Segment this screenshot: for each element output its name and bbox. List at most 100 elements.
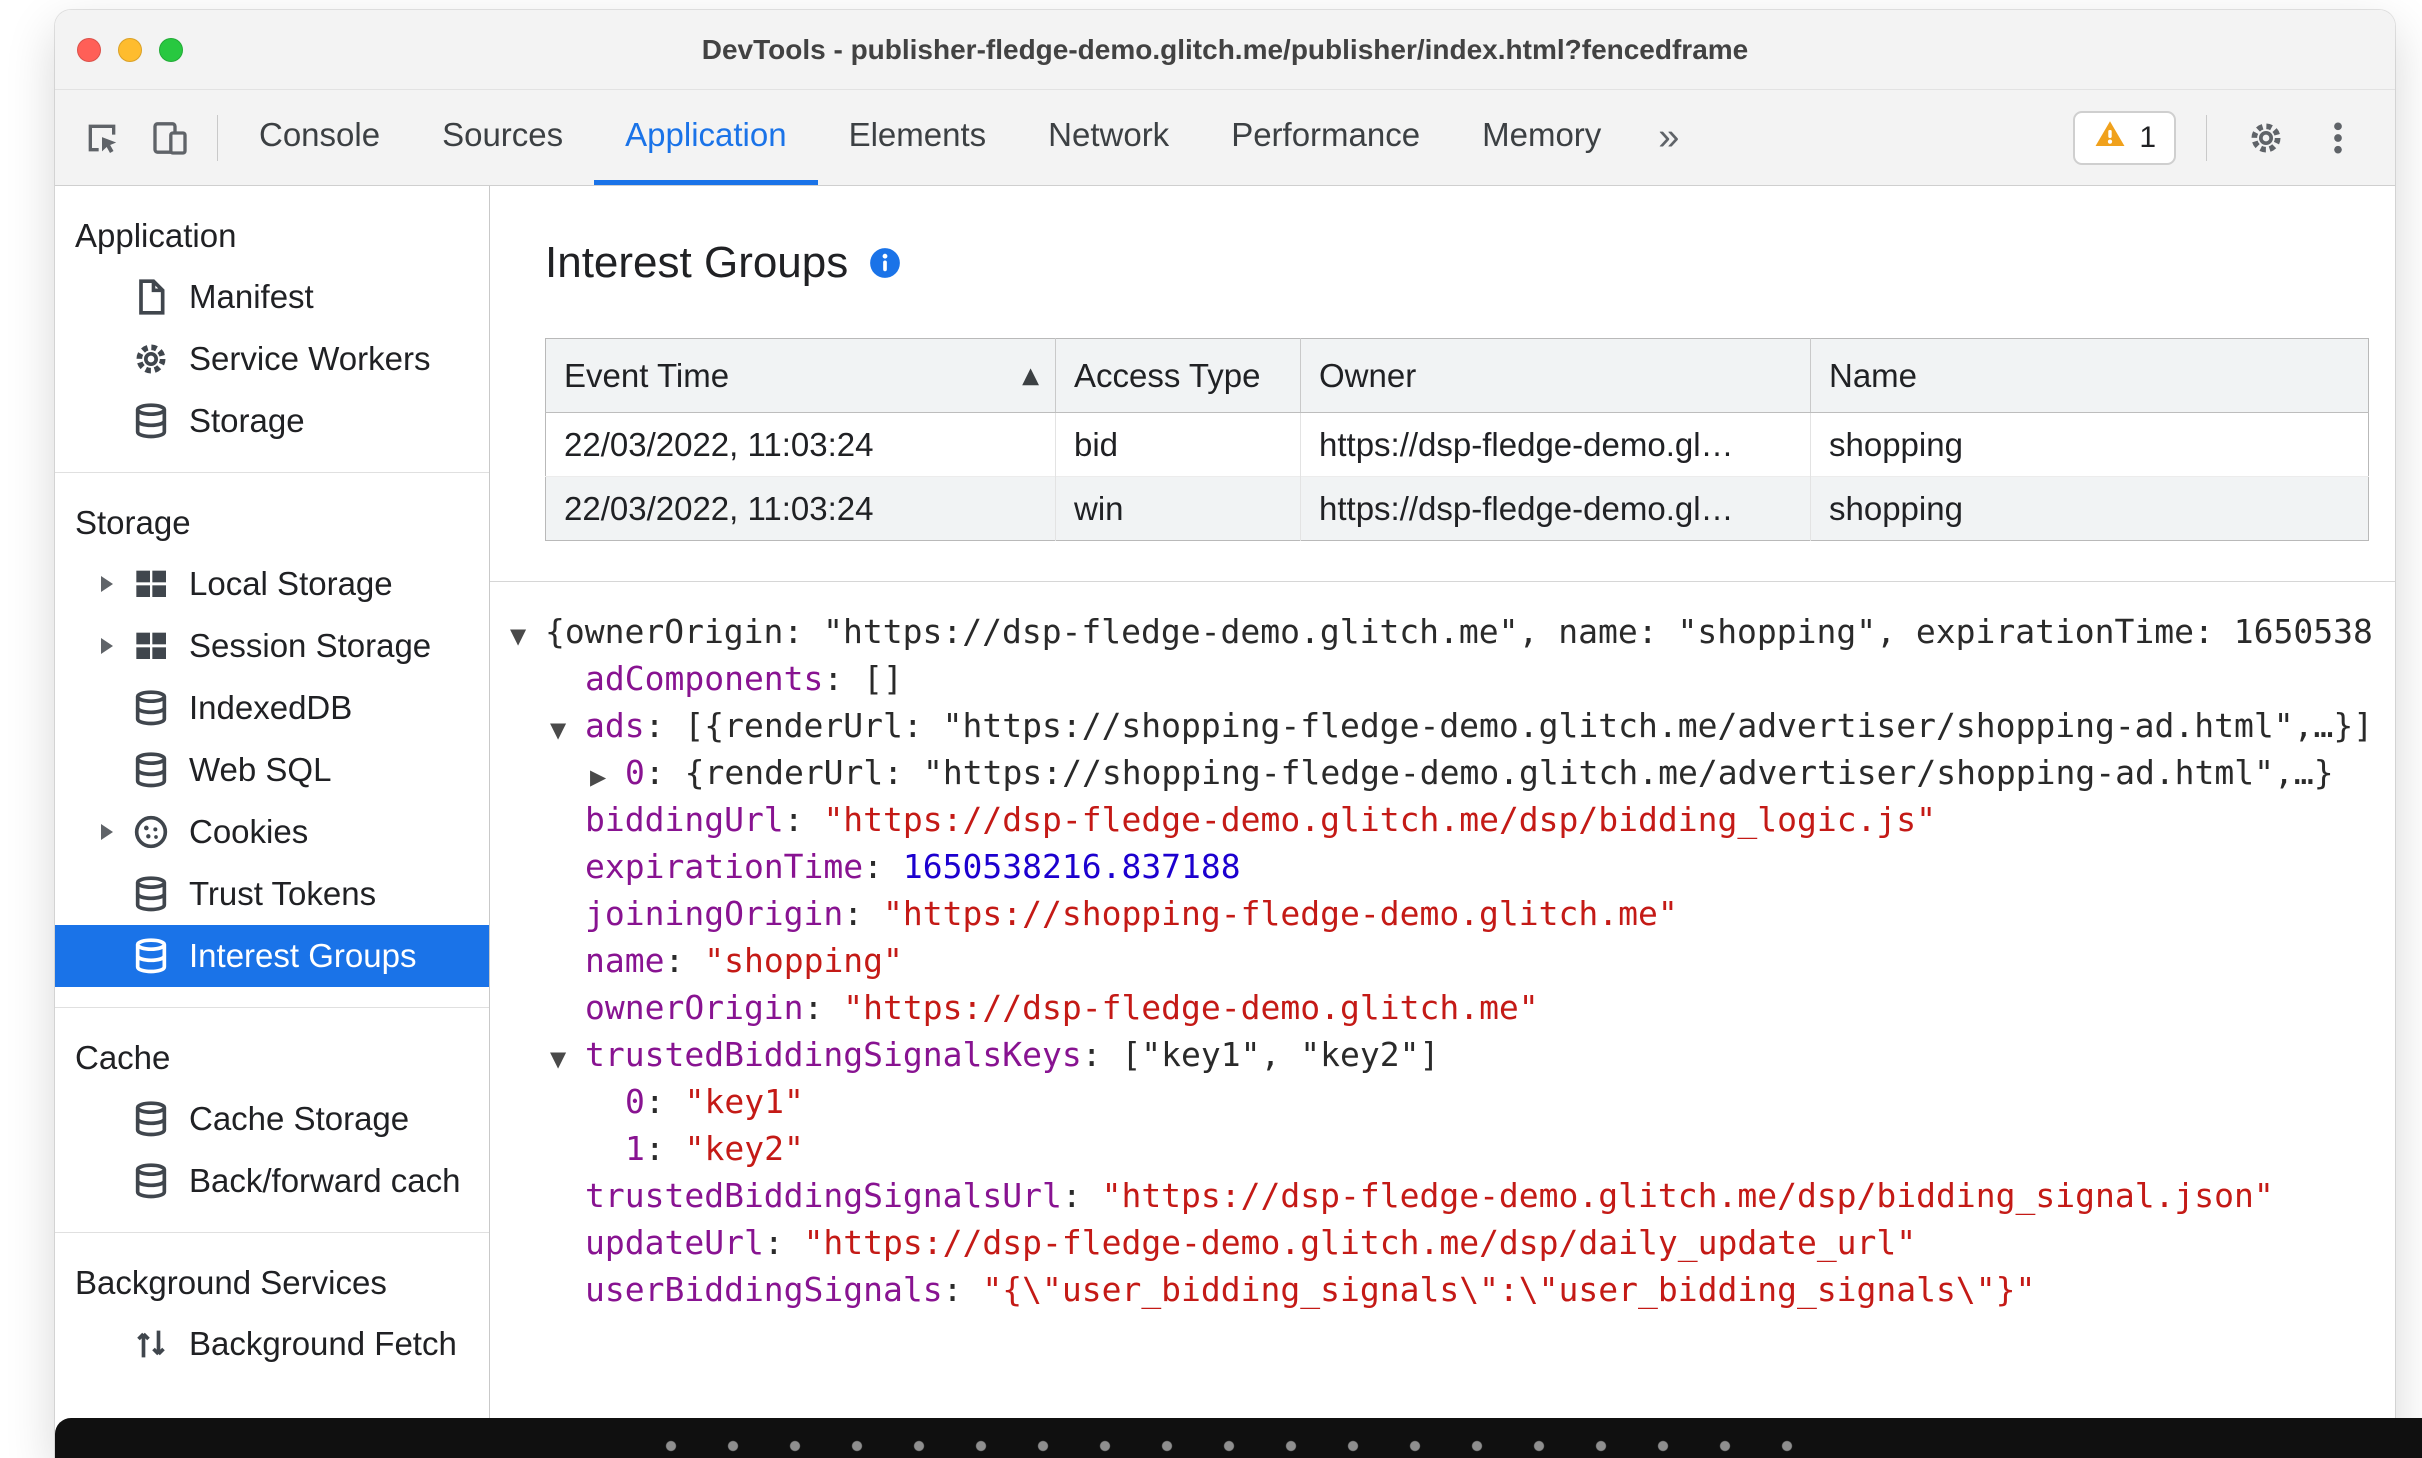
- close-button[interactable]: [77, 37, 101, 62]
- table-cell: https://dsp-fledge-demo.gl…: [1300, 476, 1811, 541]
- tree-seg-string: "https://dsp-fledge-demo.glitch.me/dsp/b…: [823, 800, 1937, 839]
- column-header-event-time[interactable]: Event Time ▲: [545, 338, 1056, 413]
- cookie-icon: [131, 812, 171, 852]
- sort-asc-icon: ▲: [1022, 363, 1039, 388]
- sidebar-section-storage: Storage Local Storage Session Storage Index…: [55, 473, 489, 1008]
- tab-network[interactable]: Network: [1017, 90, 1200, 185]
- tree-line[interactable]: ▼ trustedBiddingSignalsKeys: ["key1", "ke…: [510, 1031, 2395, 1078]
- tree-line[interactable]: expirationTime: 1650538216.837188: [510, 843, 2395, 890]
- expand-arrow-icon[interactable]: [101, 824, 113, 840]
- menu-kebab-icon[interactable]: [2309, 109, 2367, 167]
- tree-line[interactable]: ▶ 0: {renderUrl: "https://shopping-fledge…: [510, 749, 2395, 796]
- sidebar-item-web-sql[interactable]: Web SQL: [55, 739, 489, 801]
- toolbar-right: 1: [2073, 90, 2395, 185]
- table-body: 22/03/2022, 11:03:24 bid https://dsp-fledg…: [545, 412, 2369, 541]
- tree-seg-key: name: [585, 941, 665, 980]
- sidebar-item-trust-tokens[interactable]: Trust Tokens: [55, 863, 489, 925]
- titlebar: DevTools - publisher-fledge-demo.glitch.…: [55, 10, 2395, 90]
- tree-line[interactable]: ownerOrigin: "https://dsp-fledge-demo.gl…: [510, 984, 2395, 1031]
- table-cell: 22/03/2022, 11:03:24: [545, 476, 1056, 541]
- dock-bar: [55, 1418, 2422, 1458]
- tree-seg-key: adComponents: [585, 659, 824, 698]
- sidebar-section-background-services: Background Services Background Fetch: [55, 1233, 489, 1395]
- column-header-access-type[interactable]: Access Type: [1055, 338, 1301, 413]
- tree-seg-key: expirationTime: [585, 847, 864, 886]
- sidebar-item-storage[interactable]: Storage: [55, 390, 489, 452]
- tree-seg-key: 0: [625, 753, 645, 792]
- tab-performance[interactable]: Performance: [1200, 90, 1451, 185]
- tree-line[interactable]: userBiddingSignals: "{\"user_bidding_sig…: [510, 1266, 2395, 1313]
- sidebar-item-service-workers[interactable]: Service Workers: [55, 328, 489, 390]
- tree-seg-plain: :: [803, 988, 844, 1027]
- sidebar-item-indexeddb[interactable]: IndexedDB: [55, 677, 489, 739]
- tree-expander-icon[interactable]: ▶: [590, 754, 625, 801]
- database-icon: [131, 1161, 171, 1201]
- sidebar-item-manifest[interactable]: Manifest: [55, 266, 489, 328]
- more-tabs-button[interactable]: »: [1632, 90, 1705, 185]
- sidebar-item-label: Background Fetch: [189, 1325, 457, 1362]
- sidebar-item-cookies[interactable]: Cookies: [55, 801, 489, 863]
- expand-arrow-icon[interactable]: [101, 576, 113, 592]
- inspect-icon[interactable]: [73, 109, 131, 167]
- column-header-owner[interactable]: Owner: [1300, 338, 1811, 413]
- tab-memory[interactable]: Memory: [1451, 90, 1632, 185]
- sidebar-item-cache-storage[interactable]: Cache Storage: [55, 1088, 489, 1150]
- sidebar-item-background-fetch[interactable]: Background Fetch: [55, 1313, 489, 1375]
- device-toolbar-icon[interactable]: [141, 109, 199, 167]
- tree-line[interactable]: 1: "key2": [510, 1125, 2395, 1172]
- tree-line[interactable]: biddingUrl: "https://dsp-fledge-demo.gli…: [510, 796, 2395, 843]
- sidebar-section-cache: Cache Cache Storage Back/forward cach: [55, 1008, 489, 1233]
- tree-line[interactable]: trustedBiddingSignalsUrl: "https://dsp-f…: [510, 1172, 2395, 1219]
- tree-expander-icon[interactable]: ▼: [510, 613, 545, 660]
- column-label: Event Time: [564, 356, 730, 394]
- main-top: Interest Groups Event Time ▲ Access Type Ow…: [490, 186, 2395, 541]
- tree-seg-plain: {ownerOrigin: "https://dsp-fledge-demo.g…: [545, 612, 2373, 651]
- column-header-name[interactable]: Name: [1810, 338, 2369, 413]
- fetch-icon: [131, 1324, 171, 1364]
- tree-line[interactable]: ▼ {ownerOrigin: "https://dsp-fledge-demo.…: [510, 608, 2395, 655]
- info-icon[interactable]: [868, 246, 902, 280]
- tree-seg-plain: :: [644, 1082, 685, 1121]
- tree-seg-plain: : [{renderUrl: "https://shopping-fledge-…: [644, 706, 2374, 745]
- sidebar-item-session-storage[interactable]: Session Storage: [55, 615, 489, 677]
- tab-console[interactable]: Console: [228, 90, 411, 185]
- table-cell: win: [1055, 476, 1301, 541]
- minimize-button[interactable]: [118, 37, 142, 62]
- tree-seg-plain: :: [863, 847, 903, 886]
- tree-seg-string: "key1": [684, 1082, 804, 1121]
- tree-seg-key: 0: [625, 1082, 645, 1121]
- tree-seg-string: "https://shopping-fledge-demo.glitch.me": [883, 894, 1678, 933]
- tree-line[interactable]: adComponents: []: [510, 655, 2395, 702]
- tree-expander-icon[interactable]: ▼: [550, 707, 585, 754]
- tree-line[interactable]: name: "shopping": [510, 937, 2395, 984]
- sidebar-item-local-storage[interactable]: Local Storage: [55, 553, 489, 615]
- toolbar-divider: [2206, 114, 2207, 161]
- tree-line[interactable]: updateUrl: "https://dsp-fledge-demo.glit…: [510, 1219, 2395, 1266]
- issues-count: 1: [2139, 120, 2156, 154]
- column-label: Name: [1829, 356, 1918, 394]
- table-row[interactable]: 22/03/2022, 11:03:24 win https://dsp-fledg…: [545, 476, 2369, 541]
- sidebar-header-background-services: Background Services: [75, 1264, 387, 1301]
- issues-badge[interactable]: 1: [2073, 110, 2176, 165]
- tree-line[interactable]: joiningOrigin: "https://shopping-fledge-…: [510, 890, 2395, 937]
- tab-sources[interactable]: Sources: [411, 90, 594, 185]
- tab-application[interactable]: Application: [594, 90, 818, 185]
- sidebar-section-application: Application Manifest Service Workers Storag…: [55, 186, 489, 473]
- table-cell: bid: [1055, 412, 1301, 477]
- table-icon: [131, 564, 171, 604]
- settings-gear-icon[interactable]: [2237, 109, 2295, 167]
- sidebar-item-interest-groups[interactable]: Interest Groups: [55, 925, 489, 987]
- sidebar-item-back-forward-cach[interactable]: Back/forward cach: [55, 1150, 489, 1212]
- tab-elements[interactable]: Elements: [818, 90, 1018, 185]
- database-icon: [131, 936, 171, 976]
- tree-line[interactable]: ▼ ads: [{renderUrl: "https://shopping-fle…: [510, 702, 2395, 749]
- zoom-button[interactable]: [159, 37, 183, 62]
- sidebar-header-application: Application: [75, 217, 237, 254]
- tree-seg-string: "https://dsp-fledge-demo.glitch.me/dsp/b…: [1101, 1176, 2274, 1215]
- tree-expander-icon[interactable]: ▼: [550, 1036, 585, 1083]
- devtools-window: DevTools - publisher-fledge-demo.glitch.…: [55, 10, 2395, 1458]
- tree-line[interactable]: 0: "key1": [510, 1078, 2395, 1125]
- table-row[interactable]: 22/03/2022, 11:03:24 bid https://dsp-fledg…: [545, 412, 2369, 477]
- expand-arrow-icon[interactable]: [101, 638, 113, 654]
- table-icon: [131, 626, 171, 666]
